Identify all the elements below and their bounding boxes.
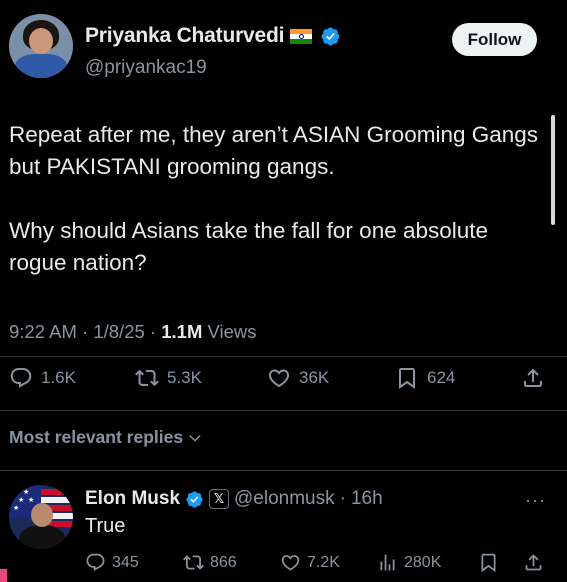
views-label: Views: [207, 321, 257, 342]
follow-button[interactable]: Follow: [452, 23, 537, 56]
bookmark-icon: [481, 553, 496, 573]
meta-separator: ·: [339, 488, 346, 509]
more-options-icon[interactable]: ···: [525, 490, 546, 511]
share-icon: [524, 368, 542, 387]
verified-badge-icon[interactable]: [320, 26, 341, 47]
divider: [0, 356, 567, 357]
reply-bookmark-button[interactable]: [478, 552, 499, 573]
reply-views-button[interactable]: 280K: [377, 552, 441, 573]
post-detail-view: Priyanka Chaturvedi @priyankac19 Follow …: [0, 0, 567, 582]
repost-count: 5.3K: [167, 368, 202, 387]
reply-like-button[interactable]: 7.2K: [280, 552, 340, 573]
views-count: 1.1M: [161, 321, 203, 342]
reply-actions: 345 866 7.2K 280K: [85, 552, 555, 578]
post-meta: 9:22 AM · 1/8/25 · 1.1M Views: [9, 321, 257, 343]
divider: [0, 410, 567, 411]
heart-icon: [268, 369, 290, 388]
reply-share-button[interactable]: [523, 552, 544, 573]
author-name-row: Priyanka Chaturvedi: [85, 24, 341, 48]
reply-header: Elon Musk 𝕏 @elonmusk · 16h: [85, 488, 383, 510]
like-count: 36K: [299, 368, 330, 387]
replies-sort-dropdown[interactable]: Most relevant replies: [9, 427, 203, 448]
reply-time[interactable]: 16h: [351, 488, 383, 510]
like-button[interactable]: 36K: [267, 366, 329, 390]
replies-sort-label: Most relevant replies: [9, 427, 184, 447]
scrollbar-thumb[interactable]: [551, 115, 555, 225]
author-handle[interactable]: @priyankac19: [85, 57, 207, 79]
chevron-down-icon: [189, 434, 201, 442]
reply-button[interactable]: 1.6K: [9, 366, 76, 390]
post-time[interactable]: 9:22 AM: [9, 321, 77, 342]
post-paragraph: Why should Asians take the fall for one …: [9, 218, 489, 275]
reply-author-handle[interactable]: @elonmusk: [234, 488, 335, 510]
post-text: Repeat after me, they aren’t ASIAN Groom…: [9, 119, 544, 311]
reply-views-count: 280K: [404, 553, 442, 571]
heart-icon: [281, 555, 300, 571]
x-affiliation-icon[interactable]: 𝕏: [209, 489, 230, 509]
reply-reply-count: 345: [112, 553, 139, 571]
reply-repost-count: 866: [210, 553, 237, 571]
reply-reply-button[interactable]: 345: [85, 552, 139, 573]
bookmark-button[interactable]: 624: [395, 366, 455, 390]
bookmark-icon: [399, 368, 415, 389]
bookmark-count: 624: [427, 368, 456, 387]
reply-author-avatar[interactable]: ★ ★ ★ ★ ★: [9, 485, 73, 549]
reply-author-name[interactable]: Elon Musk: [85, 488, 180, 510]
reply-count: 1.6K: [41, 368, 76, 387]
share-icon: [525, 554, 542, 571]
repost-button[interactable]: 5.3K: [135, 366, 202, 390]
divider: [0, 470, 567, 471]
reply-icon: [10, 368, 32, 388]
repost-icon: [135, 369, 159, 387]
share-button[interactable]: [521, 366, 545, 390]
reply-text: True: [85, 515, 126, 537]
reply-icon: [86, 553, 105, 571]
post-actions: 1.6K 5.3K 36K 624: [9, 366, 549, 396]
analytics-icon: [380, 554, 395, 571]
repost-icon: [183, 555, 204, 570]
post-date[interactable]: 1/8/25: [93, 321, 144, 342]
reply-like-count: 7.2K: [307, 553, 340, 571]
india-flag-icon: [290, 28, 313, 44]
author-name[interactable]: Priyanka Chaturvedi: [85, 24, 284, 48]
post-paragraph: Repeat after me, they aren’t ASIAN Groom…: [9, 122, 539, 179]
author-avatar[interactable]: [9, 14, 73, 78]
meta-separator: ·: [82, 321, 89, 342]
meta-separator: ·: [149, 321, 157, 342]
edge-marker: [0, 569, 7, 582]
verified-badge-icon[interactable]: [185, 490, 204, 509]
reply-repost-button[interactable]: 866: [183, 552, 237, 573]
